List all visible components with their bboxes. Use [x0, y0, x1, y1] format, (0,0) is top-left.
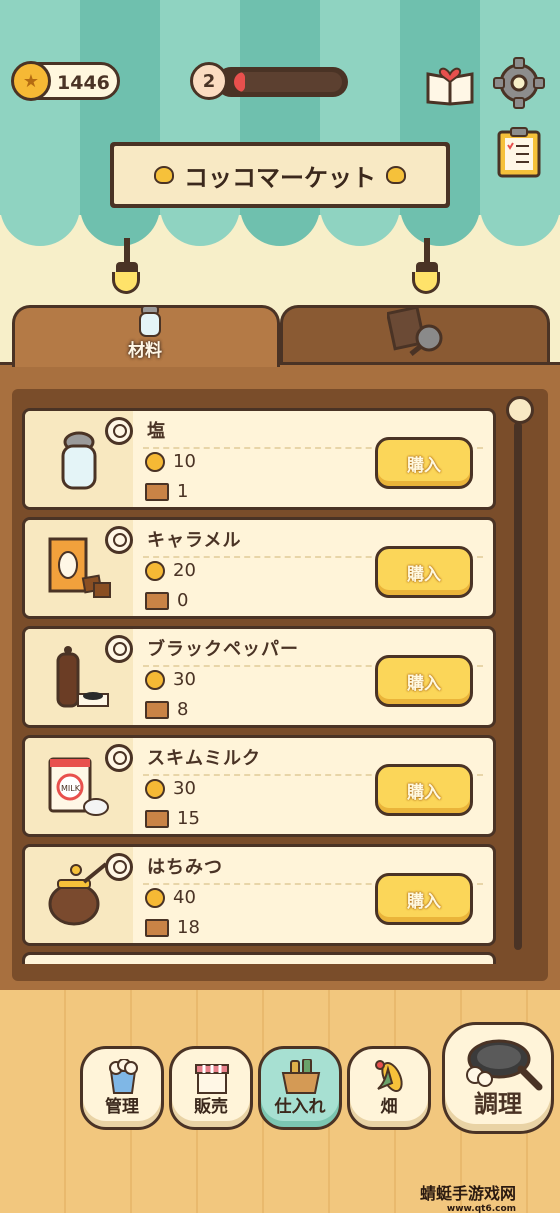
item-name: スキムミルク: [147, 748, 261, 769]
lamp-icon: [112, 238, 142, 294]
item-price: 30: [145, 669, 196, 690]
watermark-url: www.qt6.com: [446, 1204, 517, 1213]
list-item: ブラックペッパー 30 8 購入: [22, 626, 496, 728]
item-stock: 18: [145, 917, 200, 938]
nav-stock-button[interactable]: 仕入れ: [258, 1046, 342, 1130]
item-price: 40: [145, 887, 196, 908]
cook-label: 調理: [474, 1090, 522, 1118]
nav-sell-button[interactable]: 販売: [169, 1046, 253, 1130]
price-value: 30: [173, 778, 196, 799]
buy-button[interactable]: 購入: [375, 873, 473, 925]
list-item: はちみつ 40 18 購入: [22, 844, 496, 946]
coin-counter: ★ 1446: [11, 61, 120, 101]
coin-icon: [145, 887, 165, 908]
item-price: 20: [145, 560, 196, 581]
coin-icon: ★: [11, 61, 51, 101]
level-progress-bar: [216, 67, 348, 97]
gear-icon[interactable]: [492, 56, 546, 110]
coin-icon: [145, 778, 165, 799]
nav-label: 畑: [380, 1097, 398, 1117]
list-item: キャラメル 20 0 購入: [22, 517, 496, 619]
item-name: はちみつ: [147, 857, 223, 878]
box-icon: [145, 918, 169, 937]
item-name: キャラメル: [147, 530, 242, 551]
nav-label: 販売: [194, 1097, 228, 1117]
item-price: 10: [145, 451, 196, 472]
stock-value: 1: [177, 481, 189, 502]
coin-icon: [145, 669, 165, 690]
stock-value: 18: [177, 917, 200, 938]
crate-icon: [281, 1059, 321, 1094]
box-icon: [145, 809, 169, 828]
list-item: MILK スキムミルク 30 15 購入: [22, 735, 496, 837]
lamp-icon: [412, 238, 442, 294]
box-icon: [145, 700, 169, 719]
item-name: 塩: [147, 421, 166, 442]
buy-button[interactable]: 購入: [375, 546, 473, 598]
magnifier-icon[interactable]: [105, 744, 133, 772]
item-stock: 8: [145, 699, 188, 720]
svg-text:MILK: MILK: [61, 784, 81, 793]
box-icon: [145, 591, 169, 610]
stock-value: 15: [177, 808, 200, 829]
buy-button[interactable]: 購入: [375, 764, 473, 816]
level-progress-fill: [234, 72, 245, 92]
item-price: 30: [145, 778, 196, 799]
tab-label: 材料: [128, 341, 162, 361]
price-value: 20: [173, 560, 196, 581]
watermark: 蜻蜓手游戏网 www.qt6.com: [420, 1180, 516, 1213]
price-value: 40: [173, 887, 196, 908]
salt-jar-icon: [139, 305, 161, 337]
chick-icon: [154, 166, 174, 184]
newspaper-pan-icon: [387, 308, 443, 356]
shop-sign: コッコマーケット: [110, 142, 450, 208]
clipboard-icon[interactable]: [496, 126, 542, 178]
stock-value: 0: [177, 590, 189, 611]
list-item-peek: [22, 952, 496, 964]
recipe-book-icon[interactable]: [424, 62, 476, 106]
buy-button[interactable]: 購入: [375, 655, 473, 707]
nav-field-button[interactable]: 畑: [347, 1046, 431, 1130]
price-value: 10: [173, 451, 196, 472]
tab-ingredients[interactable]: 材料: [12, 305, 280, 367]
list-item: 塩 10 1 購入: [22, 408, 496, 510]
coin-icon: [145, 560, 165, 581]
nav-label: 仕入れ: [274, 1097, 326, 1117]
level-badge: 2: [190, 62, 228, 100]
scroll-thumb[interactable]: [506, 396, 534, 424]
watermark-text: 蜻蜓手游戏网: [420, 1184, 517, 1203]
coin-value: 1446: [57, 72, 110, 94]
box-icon: [145, 482, 169, 501]
nav-label: 管理: [105, 1097, 139, 1117]
level-indicator: 2: [190, 62, 350, 100]
corn-icon: [375, 1060, 403, 1093]
magnifier-icon[interactable]: [105, 417, 133, 445]
cook-button[interactable]: 調理: [442, 1022, 554, 1134]
chick-icon: [386, 166, 406, 184]
shop-title: コッコマーケット: [184, 163, 376, 192]
coin-icon: [145, 451, 165, 472]
scrollbar[interactable]: [514, 422, 522, 950]
price-value: 30: [173, 669, 196, 690]
shop-stall-icon: [195, 1064, 229, 1094]
buy-button[interactable]: 購入: [375, 437, 473, 489]
item-stock: 15: [145, 808, 200, 829]
nav-manage-button[interactable]: 管理: [80, 1046, 164, 1130]
tab-tools[interactable]: [280, 305, 550, 367]
magnifier-icon[interactable]: [105, 526, 133, 554]
popcorn-cup-icon: [109, 1059, 138, 1094]
item-name: ブラックペッパー: [147, 639, 299, 660]
item-stock: 1: [145, 481, 188, 502]
stock-value: 8: [177, 699, 189, 720]
item-stock: 0: [145, 590, 188, 611]
magnifier-icon[interactable]: [105, 635, 133, 663]
magnifier-icon[interactable]: [105, 853, 133, 881]
